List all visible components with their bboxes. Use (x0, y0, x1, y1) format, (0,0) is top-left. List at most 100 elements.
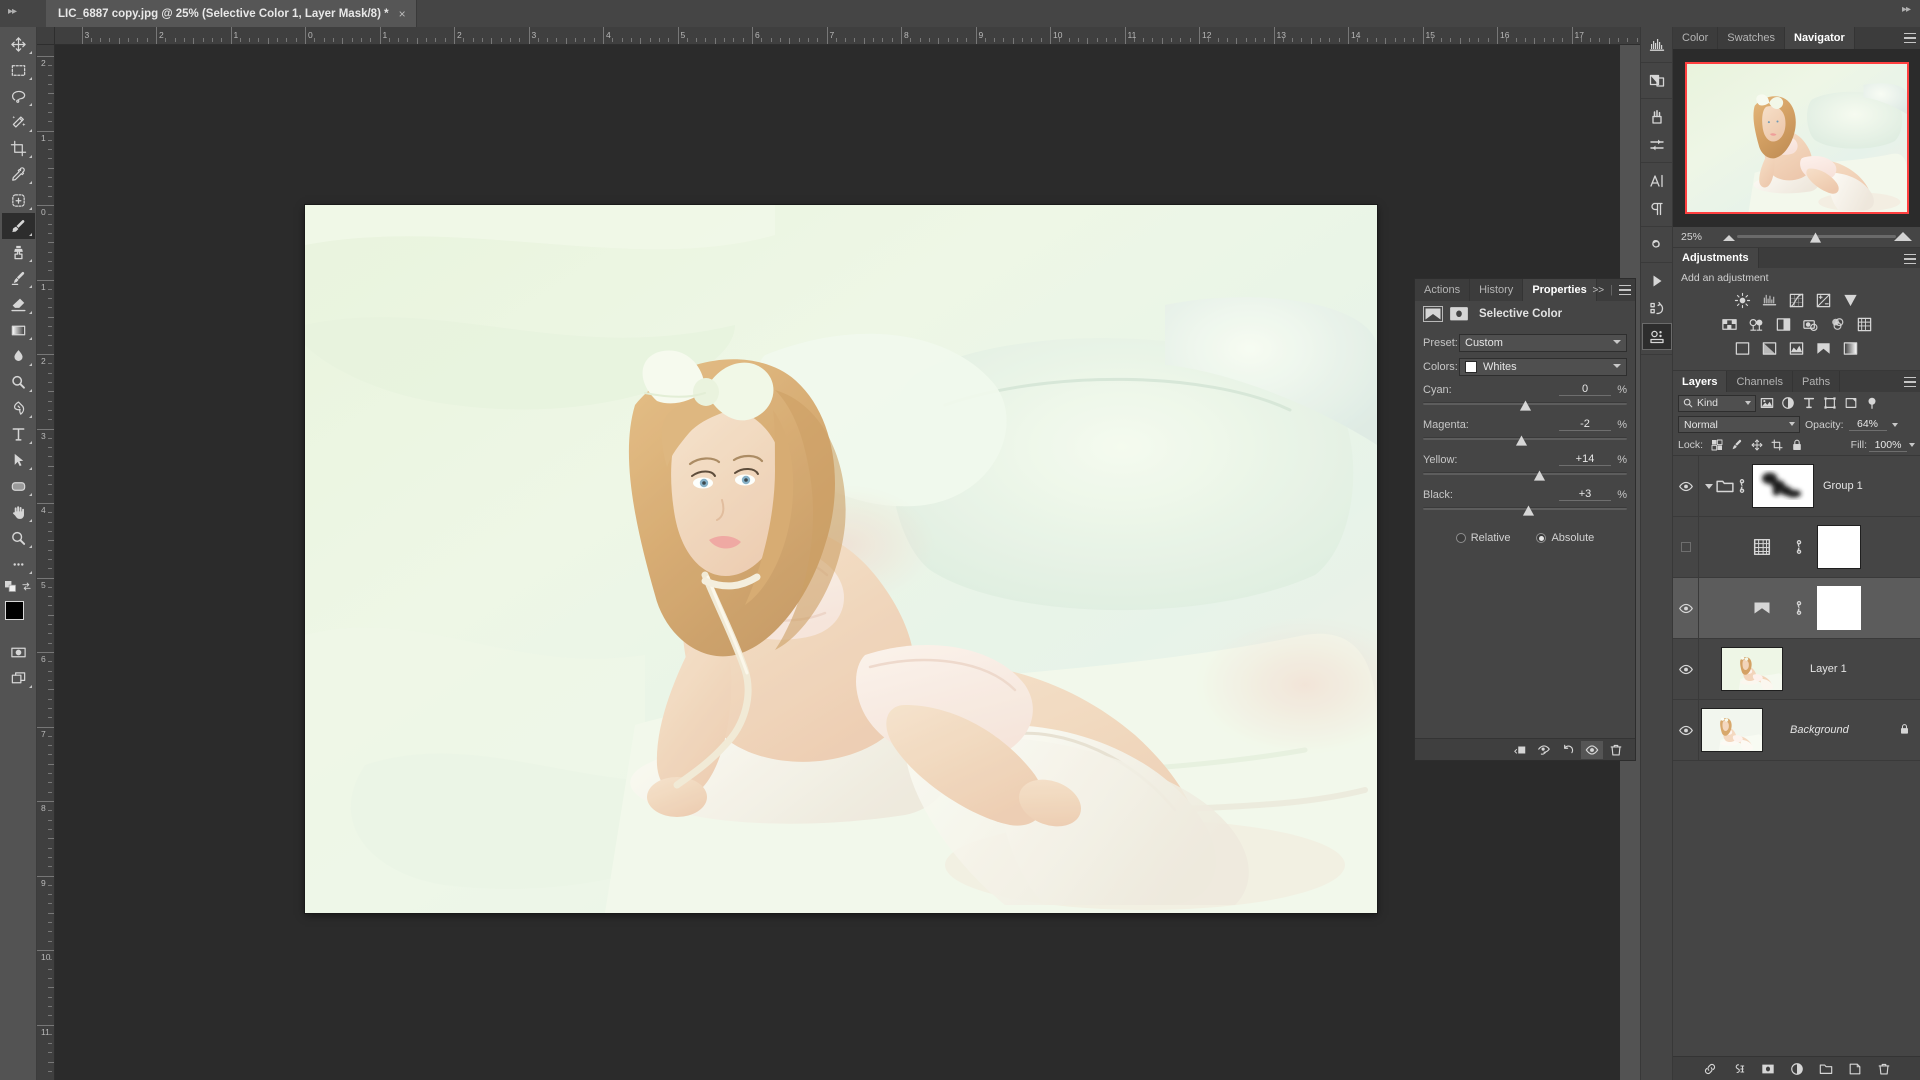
zoom-in-icon[interactable] (1894, 232, 1912, 241)
histogram-panel-icon[interactable] (1642, 31, 1672, 58)
threshold-adjustment-icon[interactable] (1787, 339, 1806, 358)
layer-visibility-toggle[interactable] (1673, 578, 1699, 638)
link-mask-icon[interactable] (1794, 601, 1804, 615)
layer-row-body[interactable]: Layer 1 (1699, 639, 1920, 699)
horizontal-ruler[interactable]: 32101234567891011121314151617 (55, 27, 1640, 45)
link-mask-icon[interactable] (1794, 540, 1804, 554)
default-colors-icon[interactable] (5, 581, 16, 595)
history-brush-tool[interactable] (2, 265, 35, 291)
link-layers-icon[interactable] (1702, 1061, 1718, 1077)
brightness-contrast-adjustment-icon[interactable] (1733, 291, 1752, 310)
delete-adjustment-icon[interactable] (1605, 741, 1627, 759)
invert-adjustment-icon[interactable] (1733, 339, 1752, 358)
layer-thumbnail[interactable] (1721, 647, 1783, 691)
foreground-color-swatch[interactable] (5, 601, 24, 620)
table-row[interactable] (1673, 517, 1920, 578)
layer-mask-thumbnail[interactable] (1817, 525, 1861, 569)
eye-off-icon[interactable] (1681, 542, 1691, 552)
magenta-slider-track[interactable] (1423, 435, 1627, 448)
vibrance-adjustment-icon[interactable] (1841, 291, 1860, 310)
fill-value[interactable]: 100% (1869, 439, 1907, 452)
clip-to-layer-icon[interactable] (1509, 741, 1531, 759)
libraries-panel-icon[interactable] (1642, 231, 1672, 258)
magenta-slider-handle[interactable] (1515, 435, 1528, 446)
view-previous-state-icon[interactable] (1533, 741, 1555, 759)
tab-swatches[interactable]: Swatches (1718, 27, 1785, 49)
black-slider-track[interactable] (1423, 505, 1627, 518)
screen-mode-toggle[interactable] (2, 665, 35, 691)
pattern-adjustment-icon[interactable] (1753, 538, 1771, 556)
eraser-tool[interactable] (2, 291, 35, 317)
new-layer-icon[interactable] (1847, 1061, 1863, 1077)
selective-color-adjustment-icon[interactable] (1814, 339, 1833, 358)
new-adjustment-layer-icon[interactable] (1789, 1061, 1805, 1077)
rectangle-tool[interactable] (2, 473, 35, 499)
layer-name[interactable]: Background (1790, 724, 1849, 736)
preset-select[interactable]: Custom (1459, 334, 1627, 352)
lock-position-icon[interactable] (1748, 437, 1766, 454)
table-row[interactable]: Layer 1 (1673, 639, 1920, 700)
filter-type-layers-icon[interactable] (1798, 394, 1819, 412)
layer-row-body[interactable]: Background (1699, 700, 1920, 760)
navigator-view[interactable] (1673, 49, 1920, 227)
document-tab[interactable]: LIC_6887 copy.jpg @ 25% (Selective Color… (46, 0, 417, 27)
expand-panels-icon[interactable]: >> (1592, 285, 1604, 296)
vertical-ruler[interactable]: 2101234567891011 (37, 45, 55, 1080)
horizontal-type-tool[interactable] (2, 421, 35, 447)
add-layer-mask-icon[interactable] (1760, 1061, 1776, 1077)
clone-stamp-tool[interactable] (2, 239, 35, 265)
hue-saturation-adjustment-icon[interactable] (1720, 315, 1739, 334)
relative-radio[interactable]: Relative (1456, 532, 1511, 544)
opacity-chevron-down-icon[interactable] (1892, 423, 1898, 427)
tab-layers[interactable]: Layers (1673, 371, 1727, 392)
cyan-slider-handle[interactable] (1519, 400, 1532, 411)
close-icon[interactable]: × (399, 7, 406, 21)
document-canvas[interactable] (305, 205, 1377, 913)
panel-expand-arrows-icon[interactable]: ▸▸ (1902, 4, 1910, 15)
yellow-slider-track[interactable] (1423, 470, 1627, 483)
curves-adjustment-icon[interactable] (1787, 291, 1806, 310)
layer-visibility-toggle[interactable] (1673, 456, 1699, 516)
gradient-tool[interactable] (2, 317, 35, 343)
black-slider-handle[interactable] (1522, 505, 1535, 516)
blur-tool[interactable] (2, 343, 35, 369)
history-panel-icon[interactable] (1642, 295, 1672, 322)
move-tool[interactable] (2, 31, 35, 57)
layer-name[interactable]: Group 1 (1823, 480, 1863, 492)
filter-shape-layers-icon[interactable] (1819, 394, 1840, 412)
spot-healing-brush-tool[interactable] (2, 187, 35, 213)
blend-mode-select[interactable]: Normal (1678, 416, 1800, 433)
navigator-zoom-slider[interactable] (1721, 230, 1912, 244)
ruler-origin[interactable] (37, 27, 55, 45)
lock-artboard-nesting-icon[interactable] (1768, 437, 1786, 454)
layer-row-body[interactable] (1699, 517, 1920, 577)
group-expand-chevron-icon[interactable] (1705, 484, 1713, 489)
layer-kind-filter[interactable]: Kind (1678, 395, 1756, 412)
rectangular-marquee-tool[interactable] (2, 57, 35, 83)
crop-tool[interactable] (2, 135, 35, 161)
absolute-radio[interactable]: Absolute (1536, 532, 1594, 544)
tab-properties[interactable]: Properties (1523, 279, 1596, 301)
canvas-area[interactable] (55, 45, 1620, 1080)
selective-color-adjustment-icon[interactable] (1753, 599, 1771, 617)
layer-mask-thumbnail[interactable] (1752, 464, 1814, 508)
panel-menu-icon[interactable] (1904, 33, 1916, 43)
tab-history[interactable]: History (1470, 279, 1523, 301)
black-value[interactable]: +3 (1559, 488, 1611, 501)
swap-colors-icon[interactable] (21, 581, 32, 595)
layer-style-fx-icon[interactable] (1731, 1061, 1747, 1077)
layer-visibility-toggle[interactable] (1673, 517, 1699, 577)
navigator-thumbnail[interactable] (1685, 62, 1909, 214)
color-swatches[interactable] (2, 599, 35, 633)
lock-transparent-pixels-icon[interactable] (1708, 437, 1726, 454)
tab-adjustments[interactable]: Adjustments (1673, 248, 1759, 268)
magenta-value[interactable]: -2 (1559, 418, 1611, 431)
collapse-arrows-icon[interactable]: ▸▸ (8, 6, 16, 17)
cyan-slider-track[interactable] (1423, 400, 1627, 413)
layer-row-body[interactable]: Group 1 (1699, 456, 1920, 516)
selective-color-adjustment-icon[interactable] (1423, 306, 1443, 322)
opacity-value[interactable]: 64% (1849, 418, 1887, 431)
table-row[interactable]: Background (1673, 700, 1920, 761)
link-mask-icon[interactable] (1737, 479, 1747, 493)
levels-adjustment-icon[interactable] (1760, 291, 1779, 310)
